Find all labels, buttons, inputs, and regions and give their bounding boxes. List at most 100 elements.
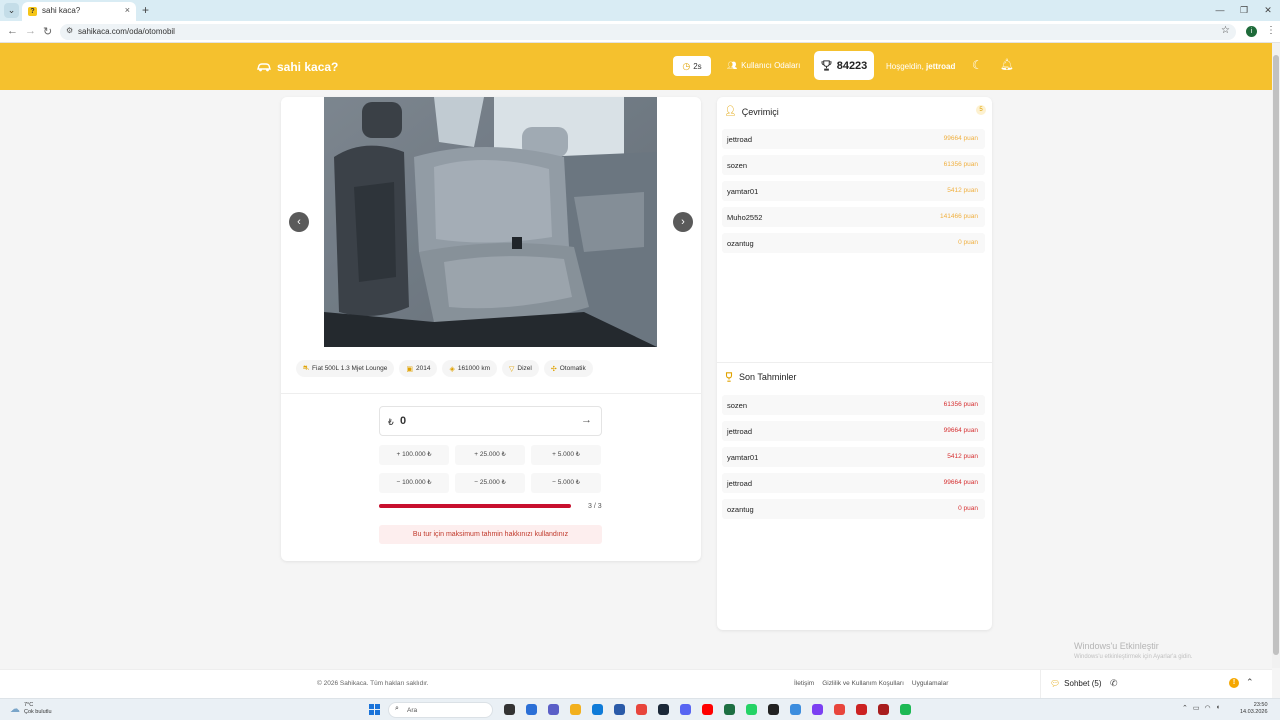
taskbar-clock[interactable]: 23:50 14.03.2026 (1240, 702, 1268, 716)
minimize-button[interactable]: — (1208, 0, 1232, 21)
language-icon[interactable]: ▭ (1193, 704, 1200, 712)
windows-taskbar: ☁ 7°C Çok bulutlu ⌕ Ara ⌃ ▭ ◠ ◖ 23:50 14… (0, 698, 1280, 720)
spotify-icon[interactable] (900, 704, 911, 715)
chevron-up-icon[interactable]: ⌃ (1182, 704, 1188, 712)
browser-tab[interactable]: ? sahi kaca? × (22, 2, 136, 21)
chat-bar[interactable]: 💬︎ Sohbet (5) ✆ ! ⌃ (1040, 670, 1272, 698)
subtract-5000-button[interactable]: − 5.000 ₺ (531, 473, 601, 493)
file-explorer-icon[interactable] (570, 704, 581, 715)
add-25000-button[interactable]: + 25.000 ₺ (455, 445, 525, 465)
site-logo[interactable]: sahi kaca? (256, 60, 338, 74)
cloud-icon: ☁ (10, 703, 20, 715)
youtube-icon[interactable] (702, 704, 713, 715)
trophy-icon (821, 60, 832, 71)
chip-label: Fiat 500L 1.3 Mjet Lounge (312, 365, 388, 372)
site-header: sahi kaca? ◷ 2s 👥︎ Kullanıcı Odaları 842… (0, 43, 1272, 90)
page-scrollbar[interactable] (1272, 43, 1280, 668)
app-icon[interactable] (878, 704, 889, 715)
guess-user: ozantug (727, 505, 754, 514)
tab-list-button[interactable]: ⌄ (4, 3, 19, 18)
price-guess-field[interactable]: ₺ → (379, 406, 602, 436)
maximize-button[interactable]: ❐ (1232, 0, 1256, 21)
guess-user: jettroad (727, 427, 753, 436)
add-100000-button[interactable]: + 100.000 ₺ (379, 445, 449, 465)
online-user-row[interactable]: sozen 61356 puan (722, 155, 985, 175)
side-panel: 👤︎ Çevrimiçi 5 jettroad 99664 puan sozen… (717, 97, 992, 630)
chat-toggle[interactable]: 💬︎ Sohbet (5) (1050, 679, 1102, 688)
trophy-icon (725, 372, 733, 382)
user-rooms-link[interactable]: 👥︎ Kullanıcı Odaları (727, 61, 800, 70)
taskbar-search[interactable]: ⌕ Ara (388, 702, 493, 718)
privacy-terms-link[interactable]: Gizlilik ve Kullanım Koşulları (822, 680, 904, 687)
users-icon: 👤︎ (724, 106, 737, 117)
notification-bell-icon[interactable]: 🔔︎ (1000, 58, 1014, 71)
round-timer: ◷ 2s (673, 56, 711, 76)
terminal-icon[interactable] (768, 704, 779, 715)
guess-points: 0 puan (958, 505, 978, 512)
phone-icon[interactable]: ✆ (1110, 678, 1118, 689)
app-icon[interactable] (812, 704, 823, 715)
wifi-icon[interactable]: ◠ (1205, 704, 1211, 712)
clock-date: 14.03.2026 (1240, 709, 1268, 715)
username[interactable]: jettroad (926, 62, 955, 71)
chrome-icon[interactable] (834, 704, 845, 715)
dark-mode-moon-icon[interactable]: ☾ (972, 58, 983, 72)
weather-widget[interactable]: ☁ 7°C Çok bulutlu (10, 702, 52, 716)
online-user-row[interactable]: yamtar01 5412 puan (722, 181, 985, 201)
browser-menu-icon[interactable]: ⋮ (1266, 25, 1276, 36)
reload-icon[interactable]: ↻ (43, 25, 52, 38)
user-points: 99664 puan (943, 135, 978, 142)
online-title: Çevrimiçi (741, 106, 779, 117)
max-guess-warning: Bu tur için maksimum tahmin hakkınızı ku… (379, 525, 602, 544)
bookmark-star-icon[interactable]: ☆ (1221, 25, 1230, 36)
subtract-25000-button[interactable]: − 25.000 ₺ (455, 473, 525, 493)
close-window-button[interactable]: ✕ (1256, 0, 1280, 21)
copilot-icon[interactable] (526, 704, 537, 715)
online-user-row[interactable]: Muho2552 141466 puan (722, 207, 985, 227)
user-name: sozen (727, 161, 748, 170)
chip-fuel: ▽ Dizel (502, 360, 539, 377)
gauge-icon: ◈ (449, 365, 455, 373)
prev-photo-button[interactable]: ‹ (289, 212, 309, 232)
chrome-icon[interactable] (636, 704, 647, 715)
online-user-row[interactable]: ozantug 0 puan (722, 233, 985, 253)
url-field[interactable]: ⚙ sahikaca.com/oda/otomobil ☆ (60, 24, 1236, 40)
profile-avatar[interactable]: i (1246, 26, 1257, 37)
volume-icon[interactable]: ◖ (1216, 704, 1220, 712)
teams-icon[interactable] (548, 704, 559, 715)
edge-icon[interactable] (592, 704, 603, 715)
excel-icon[interactable] (724, 704, 735, 715)
discord-icon[interactable] (680, 704, 691, 715)
windows-start-icon[interactable] (369, 704, 380, 715)
whatsapp-icon[interactable] (746, 704, 757, 715)
chevron-up-icon[interactable]: ⌃ (1246, 677, 1254, 688)
task-view-icon[interactable] (504, 704, 515, 715)
scroll-thumb[interactable] (1273, 55, 1279, 655)
address-bar: ← → ↻ ⚙ sahikaca.com/oda/otomobil ☆ (0, 21, 1280, 43)
app-icon[interactable] (856, 704, 867, 715)
tab-close-icon[interactable]: × (125, 5, 130, 15)
submit-arrow-icon[interactable]: → (581, 414, 592, 426)
recent-guesses-header: Son Tahminler (724, 372, 796, 382)
new-tab-button[interactable]: + (142, 3, 149, 17)
next-photo-button[interactable]: › (673, 212, 693, 232)
site-info-icon[interactable]: ⚙ (66, 26, 73, 35)
contact-link[interactable]: İletişim (794, 680, 814, 687)
footer-links: İletişim Gizlilik ve Kullanım Koşulları … (794, 680, 948, 687)
user-name: Muho2552 (727, 213, 763, 222)
vscode-icon[interactable] (790, 704, 801, 715)
forward-icon[interactable]: → (25, 25, 36, 37)
apps-link[interactable]: Uygulamalar (912, 680, 949, 687)
online-user-row[interactable]: jettroad 99664 puan (722, 129, 985, 149)
online-count-badge: 5 (976, 105, 986, 115)
chat-label: Sohbet (5) (1064, 679, 1102, 688)
guess-points: 5412 puan (947, 453, 978, 460)
add-5000-button[interactable]: + 5.000 ₺ (531, 445, 601, 465)
chip-gear: ✣ Otomatik (543, 360, 593, 377)
store-icon[interactable] (614, 704, 625, 715)
back-icon[interactable]: ← (7, 25, 18, 37)
guess-points: 99664 puan (943, 427, 978, 434)
price-input[interactable] (400, 415, 550, 427)
steam-icon[interactable] (658, 704, 669, 715)
subtract-100000-button[interactable]: − 100.000 ₺ (379, 473, 449, 493)
